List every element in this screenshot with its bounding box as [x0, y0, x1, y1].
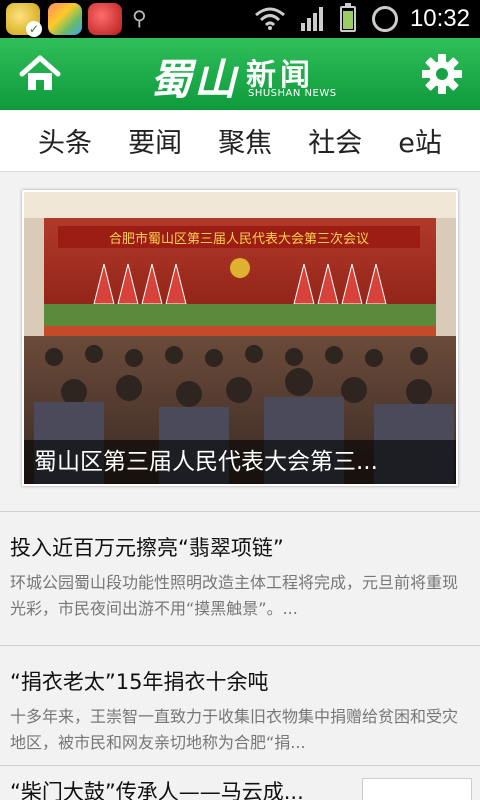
- logo-english-text: SHUSHAN NEWS: [248, 88, 337, 99]
- battery-icon: [339, 3, 356, 32]
- app-medical-icon: [88, 3, 122, 35]
- news-thumbnail: [362, 778, 472, 800]
- home-icon[interactable]: [18, 52, 62, 96]
- app-logo: 蜀山 新闻 SHUSHAN NEWS: [150, 46, 340, 104]
- featured-caption: 蜀山区第三届人民代表大会第三...: [24, 440, 456, 484]
- category-tabs: 头条 要闻 聚焦 社会 e站: [0, 110, 480, 172]
- tab-e-station[interactable]: e站: [398, 121, 442, 160]
- tab-society[interactable]: 社会: [308, 121, 362, 160]
- featured-story[interactable]: 合肥市蜀山区第三届人民代表大会第三次会议 蜀山区第三届人民代表大会第三...: [22, 190, 458, 486]
- news-summary: 环城公园蜀山段功能性照明改造主体工程将完成，元旦前将重现光彩，市民夜间出游不用“…: [10, 573, 459, 618]
- list-item[interactable]: “捐衣老太”15年捐衣十余吨 十多年来，王崇智一直致力于收集旧衣物集中捐赠给贫困…: [0, 645, 480, 765]
- wifi-icon: [254, 7, 285, 30]
- list-item[interactable]: 投入近百万元擦亮“翡翠项链” 环城公园蜀山段功能性照明改造主体工程将完成，元旦前…: [0, 511, 480, 645]
- app-colorful-icon: [48, 3, 82, 35]
- clock: 10:32: [409, 5, 470, 32]
- banner-text: 合肥市蜀山区第三届人民代表大会第三次会议: [109, 231, 369, 247]
- alarm-icon: [371, 6, 398, 32]
- usb-icon: ⚲: [132, 6, 147, 30]
- tab-important-news[interactable]: 要闻: [128, 121, 182, 160]
- news-title: “捐衣老太”15年捐衣十余吨: [10, 670, 269, 694]
- news-title: 投入近百万元擦亮“翡翠项链”: [10, 536, 284, 560]
- signal-icon: [300, 7, 323, 31]
- list-item[interactable]: “柴门大鼓”传承人——马云成...: [0, 765, 480, 800]
- tab-headline[interactable]: 头条: [38, 121, 92, 160]
- gear-icon[interactable]: [420, 52, 464, 96]
- app-coin-icon: ✓: [6, 3, 42, 37]
- logo-main-text: 蜀山: [150, 55, 239, 104]
- status-bar: ✓ ⚲ 10:32: [0, 0, 480, 38]
- tab-focus[interactable]: 聚焦: [218, 121, 272, 160]
- news-summary: 十多年来，王崇智一直致力于收集旧衣物集中捐赠给贫困和受灾地区，被市民和网友亲切地…: [10, 707, 459, 752]
- app-header: 蜀山 新闻 SHUSHAN NEWS: [0, 38, 480, 110]
